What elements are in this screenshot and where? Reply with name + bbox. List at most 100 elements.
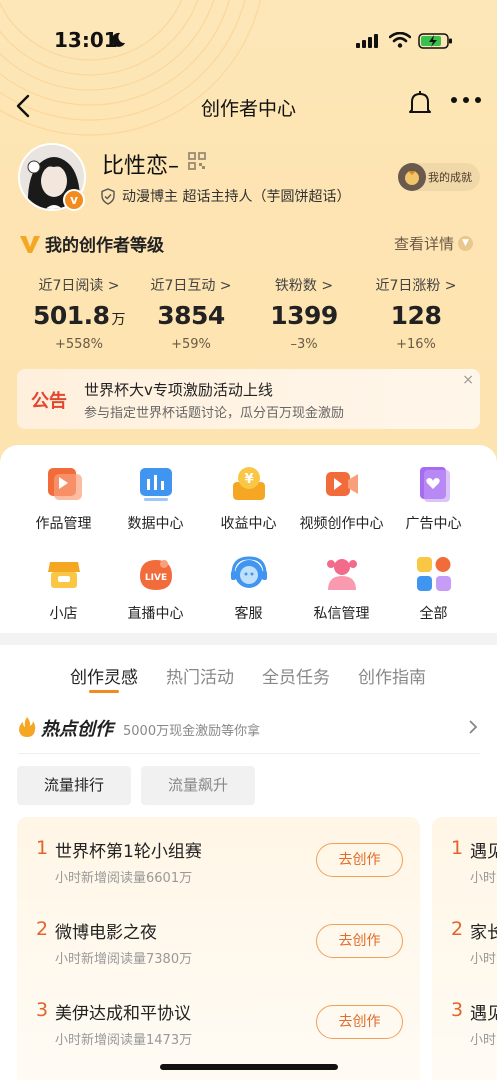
rank-subtitle: 小时新增阅读量6601万 — [55, 871, 193, 886]
chip-traffic-surge[interactable]: 流量飙升 — [141, 766, 255, 805]
grid-label: 直播中心 — [127, 606, 184, 622]
achievement-label: 我的成就 — [428, 171, 472, 184]
stat-iron-fans[interactable]: 铁粉数 > 1399 –3% — [244, 275, 364, 352]
rank-subtitle: 小时 — [470, 1033, 497, 1048]
video-icon — [325, 472, 358, 496]
stat-change: +59% — [171, 337, 211, 352]
home-indicator — [160, 1064, 338, 1070]
stat-new-fans[interactable]: 近7日涨粉 > 128 +16% — [356, 275, 476, 352]
rank-title: 美伊达成和平协议 — [55, 1004, 191, 1024]
grid-item-shop[interactable]: 小店 — [14, 554, 113, 623]
stat-change: +558% — [54, 337, 104, 352]
grid-item-all[interactable]: 全部 — [384, 554, 483, 623]
rank-title: 遇见 — [470, 842, 497, 862]
data-icon — [139, 468, 172, 501]
tab-indicator — [89, 690, 119, 693]
rank-number: 2 — [36, 918, 49, 940]
stat-change: +16% — [396, 337, 436, 352]
ad-icon — [419, 467, 450, 502]
grid-item-video[interactable]: 视频创作中心 — [292, 464, 391, 533]
level-detail-link[interactable]: 查看详情 ▼ — [394, 233, 474, 254]
grid-item-service[interactable]: 客服 — [199, 554, 298, 623]
grid-item-works[interactable]: 作品管理 — [14, 464, 113, 533]
verification-line: 动漫博主 超话主持人（芋圆饼超话） — [100, 186, 350, 206]
level-title: 我的创作者等级 — [45, 236, 164, 256]
verified-badge: v — [63, 189, 85, 211]
ranking-row[interactable]: 1 遇见 小时 — [432, 837, 497, 907]
works-icon — [47, 468, 82, 500]
stat-label: 近7日阅读 > — [38, 278, 120, 294]
chip-traffic-rank[interactable]: 流量排行 — [17, 766, 131, 805]
tab-tasks[interactable]: 全员任务 — [262, 663, 330, 688]
divider — [18, 753, 480, 754]
grid-label: 数据中心 — [127, 516, 184, 532]
tab-guide[interactable]: 创作指南 — [358, 663, 426, 688]
rank-subtitle: 小时 — [470, 952, 497, 967]
achievement-icon — [398, 163, 426, 191]
stat-interactions[interactable]: 近7日互动 > 3854 +59% — [131, 275, 251, 352]
username: 比性恋– — [102, 154, 180, 179]
shield-icon — [101, 187, 115, 205]
stat-label: 铁粉数 > — [274, 278, 334, 294]
stat-label: 近7日互动 > — [150, 278, 232, 294]
ranking-card-secondary: 1 遇见 小时 2 家长 小时 3 遇见 小时 — [432, 817, 497, 1080]
rank-title: 遇见 — [470, 1004, 497, 1024]
grid-label: 视频创作中心 — [299, 516, 384, 532]
stat-value: 1399 — [270, 301, 338, 330]
bell-icon[interactable] — [407, 90, 433, 118]
live-text: LIVE — [144, 573, 166, 583]
v-level-icon — [20, 236, 40, 253]
rank-title: 家长 — [470, 923, 497, 943]
announcement-banner[interactable]: 公告 世界杯大v专项激励活动上线 参与指定世界杯话题讨论，瓜分百万现金激励 × — [17, 369, 480, 429]
ranking-row[interactable]: 1 世界杯第1轮小组赛 小时新增阅读量6601万 去创作 — [17, 837, 420, 907]
rank-title: 世界杯第1轮小组赛 — [55, 842, 202, 862]
wifi-icon — [389, 32, 411, 48]
tab-inspiration[interactable]: 创作灵感 — [70, 663, 138, 688]
grid-label: 全部 — [419, 606, 448, 622]
battery-icon — [418, 33, 452, 49]
more-icon[interactable] — [450, 96, 482, 104]
shop-icon — [47, 562, 80, 588]
create-button[interactable]: 去创作 — [316, 924, 403, 958]
ranking-row[interactable]: 2 微博电影之夜 小时新增阅读量7380万 去创作 — [17, 918, 420, 988]
flame-icon — [19, 717, 36, 737]
grid-label: 广告中心 — [405, 516, 462, 532]
ranking-row[interactable]: 2 家长 小时 — [432, 918, 497, 988]
stat-value: 3854 — [157, 301, 225, 330]
qr-code-icon[interactable] — [188, 152, 206, 170]
stat-change: –3% — [290, 337, 318, 352]
chevron-down-icon: ▼ — [458, 236, 474, 251]
grid-item-ad[interactable]: 广告中心 — [384, 464, 483, 533]
grid-item-income[interactable]: ¥ 收益中心 — [199, 464, 298, 533]
grid-item-data[interactable]: 数据中心 — [106, 464, 205, 533]
status-time: 13:01 — [54, 28, 118, 52]
message-icon — [326, 559, 357, 590]
create-button[interactable]: 去创作 — [316, 1005, 403, 1039]
rank-subtitle: 小时新增阅读量7380万 — [55, 952, 193, 967]
chevron-right-icon[interactable] — [467, 719, 479, 735]
moon-icon — [111, 32, 125, 47]
ranking-row[interactable]: 3 遇见 小时 — [432, 999, 497, 1069]
signal-icon — [356, 34, 378, 48]
stat-label: 近7日涨粉 > — [375, 278, 457, 294]
close-icon[interactable]: × — [462, 372, 474, 388]
achievement-button[interactable]: 我的成就 — [398, 163, 480, 191]
inspiration-section: 创作灵感 热门活动 全员任务 创作指南 热点创作 5000万现金激励等你拿 流量… — [0, 645, 497, 1080]
ranking-row[interactable]: 3 美伊达成和平协议 小时新增阅读量1473万 去创作 — [17, 999, 420, 1069]
rank-number: 3 — [451, 999, 464, 1021]
nav-bar: 创作者中心 — [0, 86, 497, 126]
grid-label: 客服 — [234, 606, 263, 622]
grid-item-messages[interactable]: 私信管理 — [292, 554, 391, 623]
announcement-subtitle: 参与指定世界杯话题讨论，瓜分百万现金激励 — [84, 406, 345, 421]
level-detail-label: 查看详情 — [394, 235, 455, 253]
grid-label: 小店 — [49, 606, 78, 622]
stat-value: 128 — [390, 301, 442, 330]
grid-item-live[interactable]: LIVE 直播中心 — [106, 554, 205, 623]
rank-number: 1 — [36, 837, 49, 859]
stat-reads[interactable]: 近7日阅读 > 501.8 万 +558% — [19, 275, 139, 352]
hot-title: 热点创作 — [41, 719, 113, 740]
tab-hot-events[interactable]: 热门活动 — [166, 663, 234, 688]
ranking-card: 1 世界杯第1轮小组赛 小时新增阅读量6601万 去创作 2 微博电影之夜 小时… — [17, 817, 420, 1080]
stat-value: 501.8 万 — [32, 301, 126, 330]
create-button[interactable]: 去创作 — [316, 843, 403, 877]
